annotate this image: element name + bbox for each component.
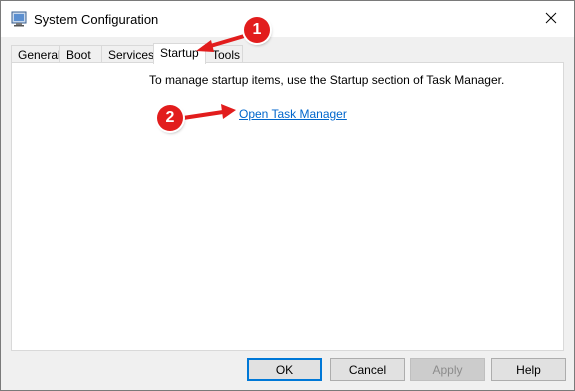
annotation-arrow-2 xyxy=(181,104,236,120)
annotation-badge-2: 2 xyxy=(157,105,183,131)
annotation-badge-1: 1 xyxy=(244,17,270,43)
